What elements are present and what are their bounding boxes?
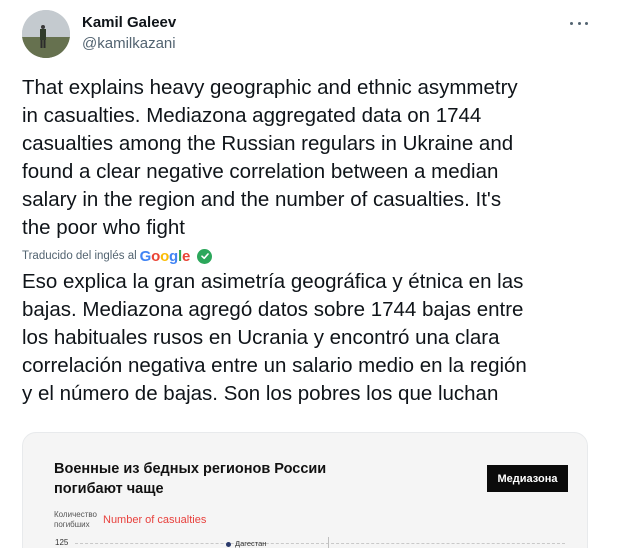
y-tick-label: 125 [55,538,69,547]
y-axis-label-en: Number of casualties [103,514,207,526]
author-handle[interactable]: @kamilkazani [82,35,176,52]
tweet-text: That explains heavy geographic and ethni… [22,76,518,239]
tweet-media-image[interactable]: Военные из бедных регионов России погиба… [22,432,588,548]
more-dot [570,21,573,25]
avatar[interactable] [22,10,70,58]
more-dot [577,21,581,25]
author-name[interactable]: Kamil Galeev [82,14,176,31]
more-dot [585,21,588,25]
avatar-photo [22,10,70,58]
chart-gridline [75,543,565,544]
translation-attribution: Traducido del inglés al Google [22,246,213,266]
more-horizontal-icon[interactable] [568,14,590,32]
translated-text: Eso explica la gran asimetría geográfica… [22,270,527,405]
mediazona-logo: Медиазона [487,465,568,492]
chart-point-label: Дагестан [235,539,267,548]
check-circle-icon [197,248,213,264]
chart-point [226,542,231,547]
google-logo: Google [139,247,191,265]
chart-title: Военные из бедных регионов России погиба… [54,461,327,497]
chart-marker-line [328,537,329,548]
translation-label: Traducido del inglés al [22,250,137,262]
